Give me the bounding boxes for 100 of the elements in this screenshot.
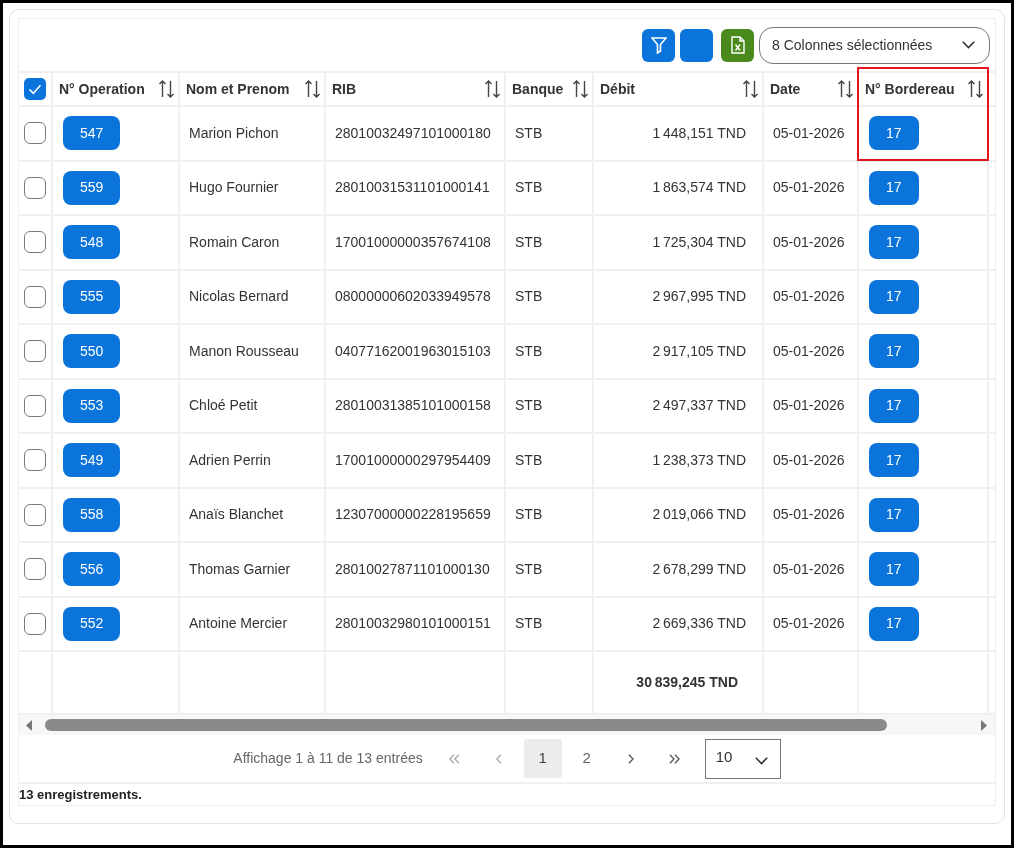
excel-export-button[interactable] <box>721 28 754 62</box>
number-button[interactable]: 17 <box>869 443 919 478</box>
table-cell-text: 17001000000357674108 <box>335 232 491 252</box>
checkbox[interactable] <box>24 176 46 199</box>
spreadsheet-file-icon <box>730 36 745 54</box>
table-cell-text: Anaïs Blanchet <box>189 505 284 525</box>
number-button[interactable]: 548 <box>63 225 121 260</box>
scroll-right-arrow-icon[interactable] <box>981 719 987 731</box>
chevron-icon <box>495 753 502 764</box>
sort-icon <box>304 80 321 98</box>
checkbox[interactable] <box>24 78 46 100</box>
number-button[interactable]: 552 <box>63 606 121 641</box>
toolbar-button[interactable] <box>680 28 713 62</box>
table-cell-text: 1 238,373 TND <box>652 450 746 470</box>
table-cell-text: 05-01-2026 <box>773 232 845 252</box>
table-cell-text: 28010032980101000151 <box>335 614 491 634</box>
table-cell-text: Chloé Petit <box>189 396 258 416</box>
columns-select[interactable]: 8 Colonnes sélectionnées <box>759 26 990 64</box>
column-header[interactable]: N° Bordereau <box>859 73 989 105</box>
column-header[interactable]: Nom et Prenom <box>180 73 326 105</box>
filter-button[interactable] <box>642 28 675 62</box>
number-button[interactable]: 17 <box>869 116 919 151</box>
table-cell-text: 08000000602033949578 <box>335 287 491 307</box>
table-cell-text: 28010027871101000130 <box>335 559 490 579</box>
checkbox[interactable] <box>24 340 46 363</box>
column-header[interactable]: Banque <box>506 73 594 105</box>
table-cell-text: Nicolas Bernard <box>189 287 289 307</box>
checkbox[interactable] <box>24 612 46 635</box>
number-button[interactable]: 17 <box>869 170 919 205</box>
number-button[interactable]: 549 <box>63 443 121 478</box>
table-cell-text: STB <box>515 341 543 361</box>
checkbox[interactable] <box>24 558 46 581</box>
table-cell-text: 28010031385101000158 <box>335 396 491 416</box>
filter-icon <box>650 36 667 54</box>
table-cell-text: 05-01-2026 <box>773 341 845 361</box>
checkbox[interactable] <box>24 449 46 472</box>
number-button[interactable]: 17 <box>869 552 919 587</box>
table-cell-text: 1 448,151 TND <box>652 123 746 143</box>
page-button[interactable]: 2 <box>567 739 606 778</box>
table-cell-text: STB <box>515 614 543 634</box>
table-cell-text: Antoine Mercier <box>189 614 288 634</box>
scrollbar-thumb[interactable] <box>45 719 887 731</box>
table-cell-text: Adrien Perrin <box>189 450 271 470</box>
checkbox[interactable] <box>24 231 46 254</box>
number-button[interactable]: 17 <box>869 497 919 532</box>
number-button[interactable]: 556 <box>63 552 121 587</box>
number-button[interactable]: 553 <box>63 388 121 423</box>
number-button[interactable]: 559 <box>63 170 121 205</box>
pagination-summary: Affichage 1 à 11 de 13 entrées <box>233 749 423 768</box>
table-cell-text: 04077162001963015103 <box>335 341 491 361</box>
chevron-down-icon <box>962 41 975 49</box>
table-cell-text: Hugo Fournier <box>189 178 279 198</box>
page-button[interactable]: 1 <box>523 739 562 778</box>
scroll-left-arrow-icon[interactable] <box>26 719 32 731</box>
table-cell-text: STB <box>515 287 543 307</box>
horizontal-scrollbar[interactable] <box>19 715 995 735</box>
number-button[interactable]: 17 <box>869 334 919 369</box>
column-header[interactable]: Date <box>764 73 859 105</box>
chevron-icon <box>627 753 634 764</box>
checkbox[interactable] <box>24 503 46 526</box>
table-cell-text: 05-01-2026 <box>773 450 845 470</box>
number-button[interactable]: 17 <box>869 388 919 423</box>
table-cell-text: Marion Pichon <box>189 123 279 143</box>
number-button[interactable]: 547 <box>63 116 121 151</box>
table-cell-text: 2 678,299 TND <box>652 559 746 579</box>
total-amount: 30 839,245 TND <box>636 673 738 692</box>
sort-icon <box>742 80 759 98</box>
number-button[interactable]: 17 <box>869 606 919 641</box>
number-button[interactable]: 558 <box>63 497 121 532</box>
table-cell-text: 05-01-2026 <box>773 123 845 143</box>
table-cell-text: Manon Rousseau <box>189 341 299 361</box>
table-cell-text: 2 669,336 TND <box>652 614 746 634</box>
number-button[interactable]: 17 <box>869 279 919 314</box>
table-cell-text: 2 019,066 TND <box>652 505 746 525</box>
number-button[interactable]: 555 <box>63 279 121 314</box>
table-cell-text: STB <box>515 559 543 579</box>
table-cell-text: 05-01-2026 <box>773 287 845 307</box>
checkbox[interactable] <box>24 394 46 417</box>
column-header[interactable]: RIB <box>326 73 506 105</box>
page-size-select[interactable]: 10 <box>704 738 781 779</box>
checkbox[interactable] <box>24 122 46 145</box>
number-button[interactable]: 550 <box>63 334 121 369</box>
table-cell-text: 1 725,304 TND <box>652 232 746 252</box>
table-cell-text: 28010032497101000180 <box>335 123 491 143</box>
checkbox[interactable] <box>24 285 46 308</box>
table-cell-text: 2 967,995 TND <box>652 287 746 307</box>
sort-icon <box>572 80 589 98</box>
column-header[interactable]: N° Operation <box>53 73 180 105</box>
table-cell-text: 28010031531101000141 <box>335 178 490 198</box>
chevron-down-icon <box>754 756 768 765</box>
double-chevron-icon <box>669 753 681 764</box>
table-cell-text: 1 863,574 TND <box>652 178 746 198</box>
table-cell-text: 2 497,337 TND <box>652 396 746 416</box>
table-cell-text: Thomas Garnier <box>189 559 291 579</box>
sort-icon <box>837 80 854 98</box>
column-header[interactable]: Débit <box>594 73 764 105</box>
sort-icon <box>158 80 175 98</box>
number-button[interactable]: 17 <box>869 225 919 260</box>
table-cell-text: 05-01-2026 <box>773 614 845 634</box>
table-cell-text: 17001000000297954409 <box>335 450 491 470</box>
